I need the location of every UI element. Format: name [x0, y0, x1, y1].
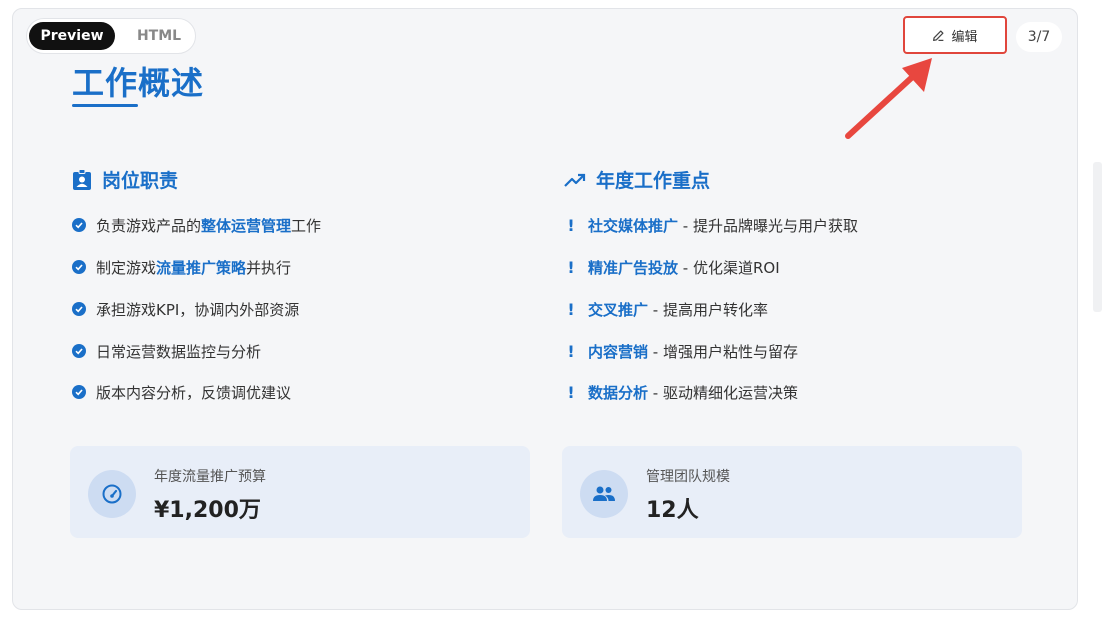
- focus-highlight: 精准广告投放: [588, 258, 679, 277]
- check-circle-icon: [72, 302, 86, 316]
- exclamation-icon: !: [567, 257, 575, 277]
- id-badge-icon: [73, 168, 91, 190]
- duty-text: 承担游戏KPI，协调内外部资源: [96, 300, 300, 319]
- budget-stat-card: 年度流量推广预算 ¥1,200万: [70, 446, 530, 538]
- focus-item: ! 交叉推广 - 提高用户转化率: [564, 297, 768, 321]
- duty-text-tail: 工作: [291, 216, 322, 235]
- duty-text: 负责游戏产品的: [96, 216, 202, 235]
- check-circle-icon: [72, 260, 86, 274]
- duty-highlight: 整体运营管理: [201, 216, 292, 235]
- annotation-arrow-icon: [845, 58, 932, 139]
- duty-item: 负责游戏产品的整体运营管理工作: [72, 213, 321, 237]
- tab-preview[interactable]: Preview: [29, 22, 115, 50]
- focus-text: - 提高用户转化率: [648, 300, 768, 319]
- budget-label: 年度流量推广预算: [154, 469, 266, 485]
- focus-heading-label: 年度工作重点: [596, 170, 711, 192]
- focus-heading: 年度工作重点: [564, 166, 710, 193]
- duty-item: 版本内容分析，反馈调优建议: [72, 380, 291, 404]
- duty-text: 制定游戏: [96, 258, 157, 277]
- people-icon: [580, 470, 628, 518]
- focus-highlight: 数据分析: [588, 383, 649, 402]
- focus-item: ! 内容营销 - 增强用户粘性与留存: [564, 339, 798, 363]
- focus-item: ! 社交媒体推广 - 提升品牌曝光与用户获取: [564, 213, 858, 237]
- exclamation-icon: !: [567, 341, 575, 361]
- duty-item: 承担游戏KPI，协调内外部资源: [72, 297, 299, 321]
- exclamation-icon: !: [567, 382, 575, 402]
- pencil-icon: [933, 30, 944, 41]
- focus-text: - 优化渠道ROI: [678, 258, 780, 277]
- check-circle-icon: [72, 385, 86, 399]
- view-toggle: Preview HTML: [26, 18, 196, 54]
- trending-up-icon: [564, 173, 586, 187]
- budget-value: ¥1,200万: [154, 498, 261, 523]
- edit-label: 编辑: [951, 29, 978, 45]
- duty-highlight: 流量推广策略: [156, 258, 247, 277]
- focus-text: - 增强用户粘性与留存: [648, 342, 798, 361]
- team-value: 12人: [646, 498, 699, 523]
- page-title: 工作概述: [72, 64, 205, 102]
- duty-text: 日常运营数据监控与分析: [96, 342, 262, 361]
- page-counter: 3/7: [1016, 22, 1062, 52]
- focus-item: ! 数据分析 - 驱动精细化运营决策: [564, 380, 798, 404]
- focus-text: - 驱动精细化运营决策: [648, 383, 798, 402]
- exclamation-icon: !: [567, 299, 575, 319]
- check-circle-icon: [72, 344, 86, 358]
- duty-text-tail: 并执行: [246, 258, 292, 277]
- scroll-edge: [1093, 162, 1102, 312]
- duties-heading-label: 岗位职责: [102, 170, 179, 192]
- title-underline: [72, 104, 138, 107]
- team-stat-card: 管理团队规模 12人: [562, 446, 1022, 538]
- duty-item: 日常运营数据监控与分析: [72, 339, 261, 363]
- check-circle-icon: [72, 218, 86, 232]
- focus-highlight: 内容营销: [588, 342, 649, 361]
- duty-text: 版本内容分析，反馈调优建议: [96, 383, 292, 402]
- focus-item: ! 精准广告投放 - 优化渠道ROI: [564, 255, 780, 279]
- edit-button[interactable]: 编辑: [903, 16, 1007, 54]
- duties-heading: 岗位职责: [72, 166, 178, 193]
- focus-highlight: 交叉推广: [588, 300, 649, 319]
- speedometer-icon: [88, 470, 136, 518]
- duty-item: 制定游戏流量推广策略并执行: [72, 255, 291, 279]
- team-label: 管理团队规模: [646, 469, 730, 485]
- tab-html[interactable]: HTML: [131, 22, 187, 50]
- exclamation-icon: !: [567, 215, 575, 235]
- focus-text: - 提升品牌曝光与用户获取: [678, 216, 858, 235]
- focus-highlight: 社交媒体推广: [588, 216, 679, 235]
